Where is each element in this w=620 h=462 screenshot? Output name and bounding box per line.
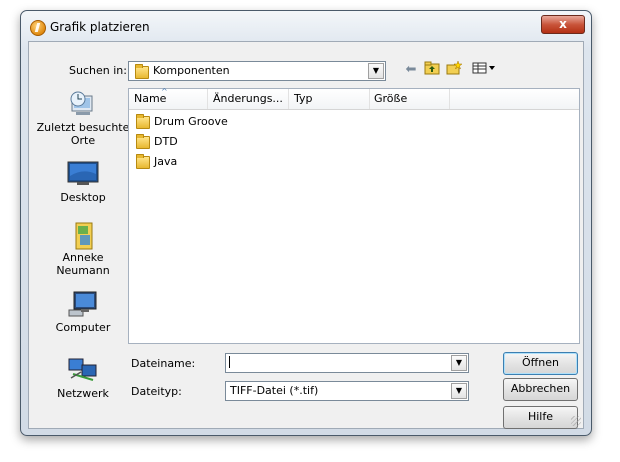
resize-grip[interactable] <box>571 416 581 426</box>
place-label: Computer <box>55 321 111 334</box>
desktop-icon <box>67 160 99 188</box>
column-header-name[interactable]: Name ^ <box>129 87 208 109</box>
file-list[interactable]: Name ^ Änderungs... Typ Größe Drum Groov… <box>128 87 580 344</box>
text-cursor <box>229 356 230 368</box>
file-name: DTD <box>154 135 178 148</box>
file-name: Java <box>154 155 178 168</box>
place-user[interactable]: Anneke Neumann <box>35 220 131 277</box>
user-folder-icon <box>67 220 99 250</box>
filename-input[interactable]: ▼ <box>225 353 469 373</box>
up-folder-icon[interactable] <box>423 61 441 79</box>
chevron-down-icon[interactable]: ▼ <box>368 63 384 79</box>
column-header-size[interactable]: Größe <box>369 89 450 109</box>
place-label: Desktop <box>60 191 106 204</box>
back-arrow-icon[interactable]: ⬅ <box>402 61 420 79</box>
dialog-client: Suchen in: Komponenten ▼ ⬅ Zuletzt besuc… <box>28 41 584 429</box>
help-button[interactable]: Hilfe <box>503 406 578 429</box>
filetype-label: Dateityp: <box>131 385 182 398</box>
place-computer[interactable]: Computer <box>35 290 131 334</box>
new-folder-icon[interactable] <box>445 60 463 79</box>
title-bar[interactable]: Grafik platzieren x <box>21 11 591 41</box>
lookin-label: Suchen in: <box>69 64 127 77</box>
place-label: Netzwerk <box>57 387 109 400</box>
folder-icon <box>135 64 149 79</box>
folder-icon <box>136 113 150 129</box>
open-button[interactable]: Öffnen <box>503 352 578 375</box>
lookin-value: Komponenten <box>153 64 230 77</box>
close-button[interactable]: x <box>541 15 585 34</box>
chevron-down-icon[interactable]: ▼ <box>451 383 467 399</box>
dialog-window: Grafik platzieren x Suchen in: Komponent… <box>20 10 592 436</box>
folder-icon <box>136 133 150 149</box>
filename-label: Dateiname: <box>131 357 196 370</box>
list-item[interactable]: Drum Groove <box>136 113 228 131</box>
window-title: Grafik platzieren <box>50 20 150 34</box>
place-desktop[interactable]: Desktop <box>35 160 131 204</box>
filetype-value: TIFF-Datei (*.tif) <box>230 384 319 397</box>
column-header-type[interactable]: Typ <box>289 89 370 109</box>
computer-icon <box>67 290 99 318</box>
place-recent[interactable]: Zuletzt besuchte Orte <box>35 90 131 147</box>
recent-places-icon <box>67 90 99 118</box>
place-label: Anneke Neumann <box>56 251 110 277</box>
list-item[interactable]: Java <box>136 153 177 171</box>
folder-icon <box>136 153 150 169</box>
place-network[interactable]: Netzwerk <box>35 356 131 400</box>
file-name: Drum Groove <box>154 115 228 128</box>
view-menu-icon[interactable] <box>472 61 498 79</box>
cancel-button[interactable]: Abbrechen <box>503 378 578 401</box>
column-header-modified[interactable]: Änderungs... <box>208 89 289 109</box>
list-item[interactable]: DTD <box>136 133 178 151</box>
sort-arrow-icon: ^ <box>161 87 168 96</box>
place-label: Zuletzt besuchte Orte <box>36 121 130 147</box>
filetype-dropdown[interactable]: TIFF-Datei (*.tif) ▼ <box>225 381 469 401</box>
chevron-down-icon[interactable]: ▼ <box>451 355 467 371</box>
places-bar: Zuletzt besuchte Orte Desktop Anneke Neu… <box>35 86 131 422</box>
lookin-dropdown[interactable]: Komponenten ▼ <box>128 61 386 81</box>
app-icon <box>30 20 46 36</box>
list-header: Name ^ Änderungs... Typ Größe <box>129 87 579 110</box>
network-icon <box>67 356 99 384</box>
